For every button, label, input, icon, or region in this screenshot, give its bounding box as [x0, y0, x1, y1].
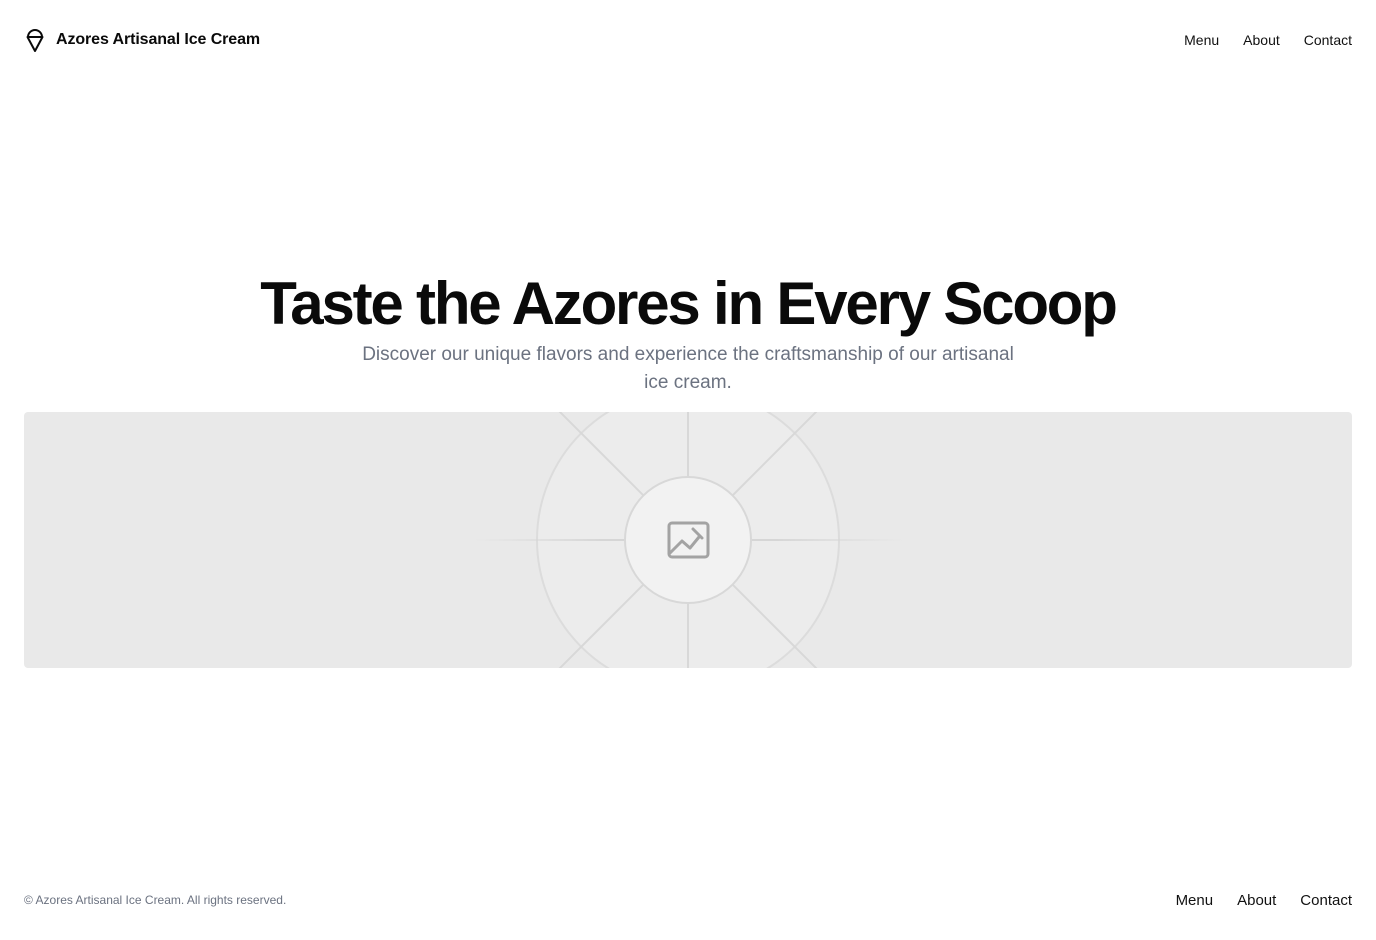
nav-link-contact[interactable]: Contact — [1304, 32, 1352, 48]
hero-subtitle: Discover our unique flavors and experien… — [362, 344, 1014, 393]
footer-link-menu[interactable]: Menu — [1176, 892, 1214, 909]
ice-cream-cone-icon — [24, 27, 46, 53]
brand-link[interactable]: Azores Artisanal Ice Cream — [24, 27, 260, 53]
brand-name: Azores Artisanal Ice Cream — [56, 31, 261, 48]
footer-link-about[interactable]: About — [1237, 892, 1276, 909]
hero-title: Taste the Azores in Every Scoop — [260, 270, 1118, 337]
header-nav: Menu About Contact — [1184, 32, 1352, 48]
hero-image-placeholder — [24, 412, 1352, 668]
footer-nav: Menu About Contact — [1176, 892, 1352, 909]
site-footer: © Azores Artisanal Ice Cream. All rights… — [0, 880, 1376, 920]
footer-link-contact[interactable]: Contact — [1300, 892, 1352, 909]
page: Azores Artisanal Ice Cream Menu About Co… — [0, 0, 1376, 940]
site-header: Azores Artisanal Ice Cream Menu About Co… — [0, 0, 1376, 80]
copyright-text: © Azores Artisanal Ice Cream. All rights… — [24, 893, 287, 907]
nav-link-about[interactable]: About — [1243, 32, 1280, 48]
nav-link-menu[interactable]: Menu — [1184, 32, 1219, 48]
placeholder-graphic — [474, 412, 904, 668]
